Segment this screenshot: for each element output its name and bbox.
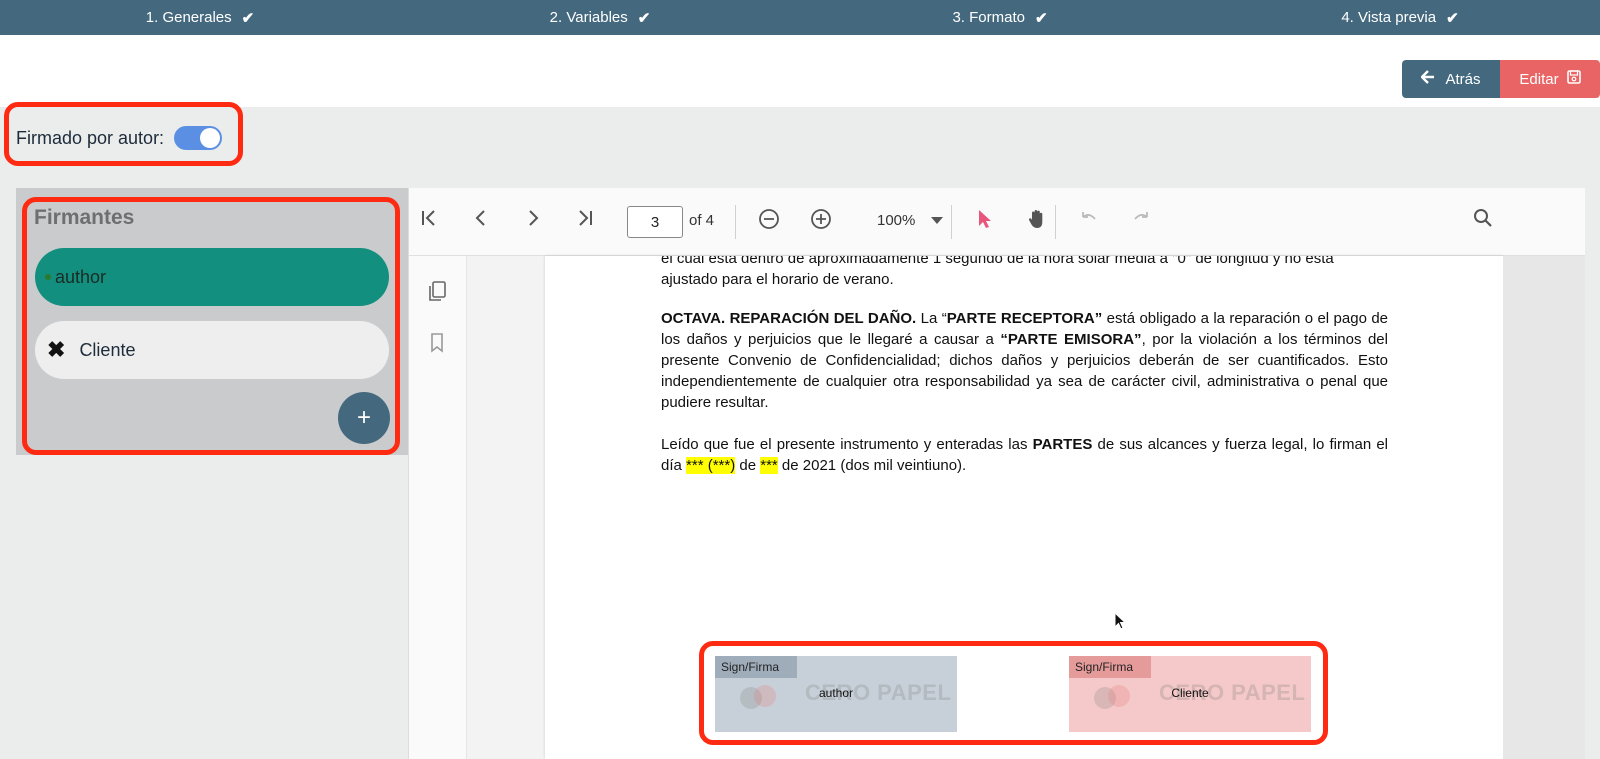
signature-owner: Cliente (1171, 686, 1209, 700)
signers-title: Firmantes (34, 206, 135, 229)
pan-hand-icon[interactable] (1023, 208, 1051, 236)
check-icon: ✔ (637, 9, 651, 27)
signature-field-author[interactable]: CERO PAPEL Sign/Firma author (715, 656, 957, 732)
signature-owner: author (818, 686, 854, 700)
step-variables[interactable]: 2. Variables ✔ (400, 0, 800, 35)
step-label: 2. Variables (549, 9, 628, 26)
add-signer-button[interactable]: + (338, 392, 390, 444)
viewer-side-strip (409, 256, 467, 759)
signers-panel: Firmantes author ✖ Cliente + (16, 188, 408, 455)
page-total: of 4 (689, 212, 715, 229)
doc-bold: PARTES (1032, 436, 1093, 453)
check-icon: ✔ (241, 9, 255, 27)
doc-text: ajustado para el horario de verano. (661, 271, 894, 288)
toolbar-divider (1055, 205, 1056, 239)
zoom-in-icon[interactable] (807, 208, 835, 236)
toolbar-divider (735, 205, 736, 239)
search-icon[interactable] (1469, 208, 1497, 234)
doc-paragraph: el cual está dentro de aproximadamente 1… (661, 256, 1388, 290)
back-button-label: Atrás (1445, 70, 1481, 88)
signature-field-cliente[interactable]: CERO PAPEL Sign/Firma Cliente (1069, 656, 1311, 732)
step-label: 4. Vista previa (1341, 9, 1437, 26)
pdf-viewer: 3 of 4 100% el cual está dentro de aprox… (408, 188, 1585, 759)
signer-cliente[interactable]: ✖ Cliente (35, 321, 389, 379)
step-formato[interactable]: 3. Formato ✔ (800, 0, 1200, 35)
signature-tag: Sign/Firma (1069, 656, 1151, 678)
doc-text: de 2021 (dos mil veintiuno). (777, 457, 967, 474)
next-page-icon[interactable] (519, 208, 547, 234)
last-page-icon[interactable] (571, 208, 599, 234)
clause-octava: OCTAVA. REPARACIÓN DEL DAÑO. La “PARTE R… (661, 308, 1388, 413)
placeholder-highlight: *** (760, 457, 778, 474)
signer-name: author (55, 266, 107, 287)
zoom-out-icon[interactable] (755, 208, 783, 236)
arrow-left-icon (1420, 70, 1435, 88)
plus-icon: + (356, 404, 371, 431)
doc-text: Leído que fue el presente instrumento y … (661, 436, 1033, 453)
toolbar-divider (951, 205, 952, 239)
undo-icon[interactable] (1075, 208, 1103, 234)
edit-button-label: Editar (1519, 70, 1559, 88)
signed-by-author-toggle[interactable] (174, 126, 223, 150)
step-vista-previa[interactable]: 4. Vista previa ✔ (1200, 0, 1600, 35)
mouse-cursor-icon (1114, 612, 1127, 630)
previous-page-icon[interactable] (467, 208, 495, 234)
doc-bold: PARTE RECEPTORA” (946, 310, 1103, 327)
thumbnails-icon[interactable] (423, 280, 451, 308)
check-icon: ✔ (1446, 9, 1459, 27)
doc-text: de (735, 457, 761, 474)
signature-tag: Sign/Firma (715, 656, 797, 678)
page-number-input[interactable]: 3 (627, 206, 683, 238)
first-page-icon[interactable] (415, 208, 443, 234)
pdf-page: el cual está dentro de aproximadamente 1… (545, 256, 1503, 759)
doc-bold: “PARTE EMISORA” (1000, 331, 1142, 348)
zoom-dropdown-icon[interactable] (923, 208, 951, 234)
placeholder-highlight: *** (***) (686, 457, 736, 474)
viewer-margin (1503, 256, 1585, 759)
redo-icon[interactable] (1127, 208, 1155, 234)
step-generales[interactable]: 1. Generales ✔ (0, 0, 400, 35)
edit-button[interactable]: Editar (1500, 60, 1600, 98)
clause-title: OCTAVA. REPARACIÓN DEL DAÑO. (661, 310, 917, 327)
signed-by-author-row: Firmado por autor: (16, 126, 223, 150)
select-pointer-icon[interactable] (971, 208, 999, 236)
signer-name: Cliente (79, 339, 136, 360)
back-button[interactable]: Atrás (1402, 60, 1500, 98)
closing-paragraph: Leído que fue el presente instrumento y … (661, 434, 1388, 476)
bookmark-icon[interactable] (423, 332, 451, 360)
wizard-stepper: 1. Generales ✔ 2. Variables ✔ 3. Formato ✔ … (0, 0, 1600, 35)
active-dot-icon (45, 274, 51, 280)
doc-text: La “ (916, 310, 947, 327)
step-label: 1. Generales (145, 9, 232, 26)
step-label: 3. Formato (952, 9, 1025, 26)
zoom-level[interactable]: 100% (877, 212, 915, 229)
signed-by-author-label: Firmado por autor: (16, 127, 165, 148)
toggle-knob (200, 128, 221, 148)
remove-icon[interactable]: ✖ (47, 337, 65, 363)
doc-text: el cual está dentro de aproximadamente 1… (661, 256, 1334, 267)
check-icon: ✔ (1034, 9, 1048, 27)
save-icon (1566, 70, 1581, 88)
signer-author[interactable]: author (35, 248, 389, 306)
viewer-toolbar: 3 of 4 100% (409, 188, 1585, 256)
